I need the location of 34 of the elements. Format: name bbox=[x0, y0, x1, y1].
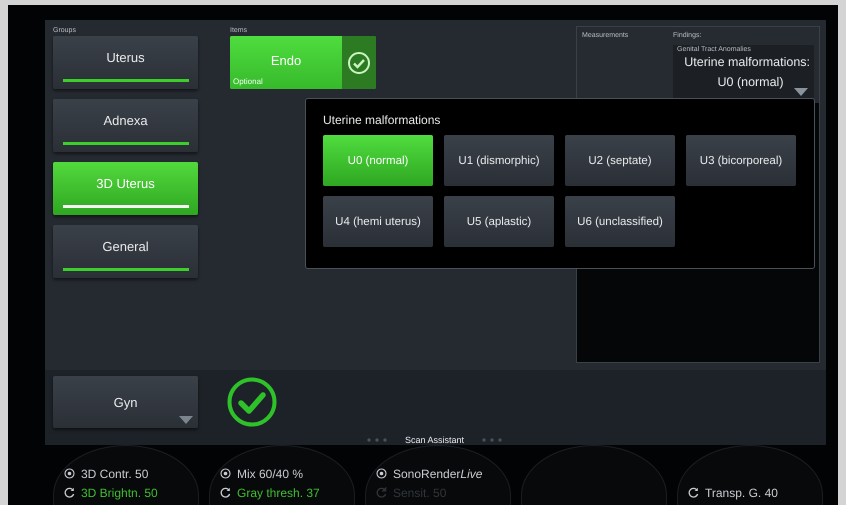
dots-icon bbox=[482, 438, 502, 442]
group-button[interactable]: Adnexa bbox=[53, 99, 198, 152]
caret-icon bbox=[179, 416, 193, 424]
knob-label: 3D Brightn. 50 bbox=[81, 486, 158, 500]
option-button[interactable]: U1 (dismorphic) bbox=[444, 135, 554, 186]
knob[interactable]: Mix 60/40 % Gray thresh. 37 bbox=[209, 445, 355, 505]
knob-label: 3D Contr. 50 bbox=[81, 466, 148, 480]
knob-label: Transp. G. 40 bbox=[705, 486, 778, 500]
option-button[interactable]: U3 (bicorporeal) bbox=[686, 135, 796, 186]
caret-icon bbox=[794, 88, 808, 96]
knob-label: Mix 60/40 % bbox=[237, 466, 304, 480]
group-button[interactable]: Uterus bbox=[53, 36, 198, 89]
check-circle-icon[interactable] bbox=[226, 376, 278, 428]
rotate-icon bbox=[220, 487, 231, 498]
push-icon bbox=[376, 468, 387, 479]
rotate-icon bbox=[688, 487, 699, 498]
rotate-icon bbox=[376, 487, 387, 498]
knob-label: Gray thresh. 37 bbox=[237, 486, 320, 500]
dots-icon bbox=[367, 438, 387, 442]
push-icon bbox=[64, 468, 75, 479]
knob-label: SonoRenderLive bbox=[393, 466, 482, 480]
popup-title: Uterine malformations bbox=[323, 113, 442, 127]
knob[interactable]: Transp. G. 40 bbox=[677, 445, 823, 505]
scan-assistant-label: Scan Assistant bbox=[405, 435, 464, 445]
option-button[interactable]: U4 (hemi uterus) bbox=[323, 196, 433, 247]
push-icon bbox=[220, 468, 231, 479]
preset-dropdown[interactable]: Gyn bbox=[53, 376, 198, 428]
group-button[interactable]: General bbox=[53, 225, 198, 278]
option-button[interactable]: U2 (septate) bbox=[565, 135, 675, 186]
option-button[interactable]: U6 (unclassified) bbox=[565, 196, 675, 247]
rotate-icon bbox=[64, 487, 75, 498]
knob[interactable]: 3D Contr. 50 3D Brightn. 50 bbox=[53, 445, 199, 505]
check-circle-icon bbox=[347, 50, 371, 74]
option-button[interactable]: U5 (aplastic) bbox=[444, 196, 554, 247]
